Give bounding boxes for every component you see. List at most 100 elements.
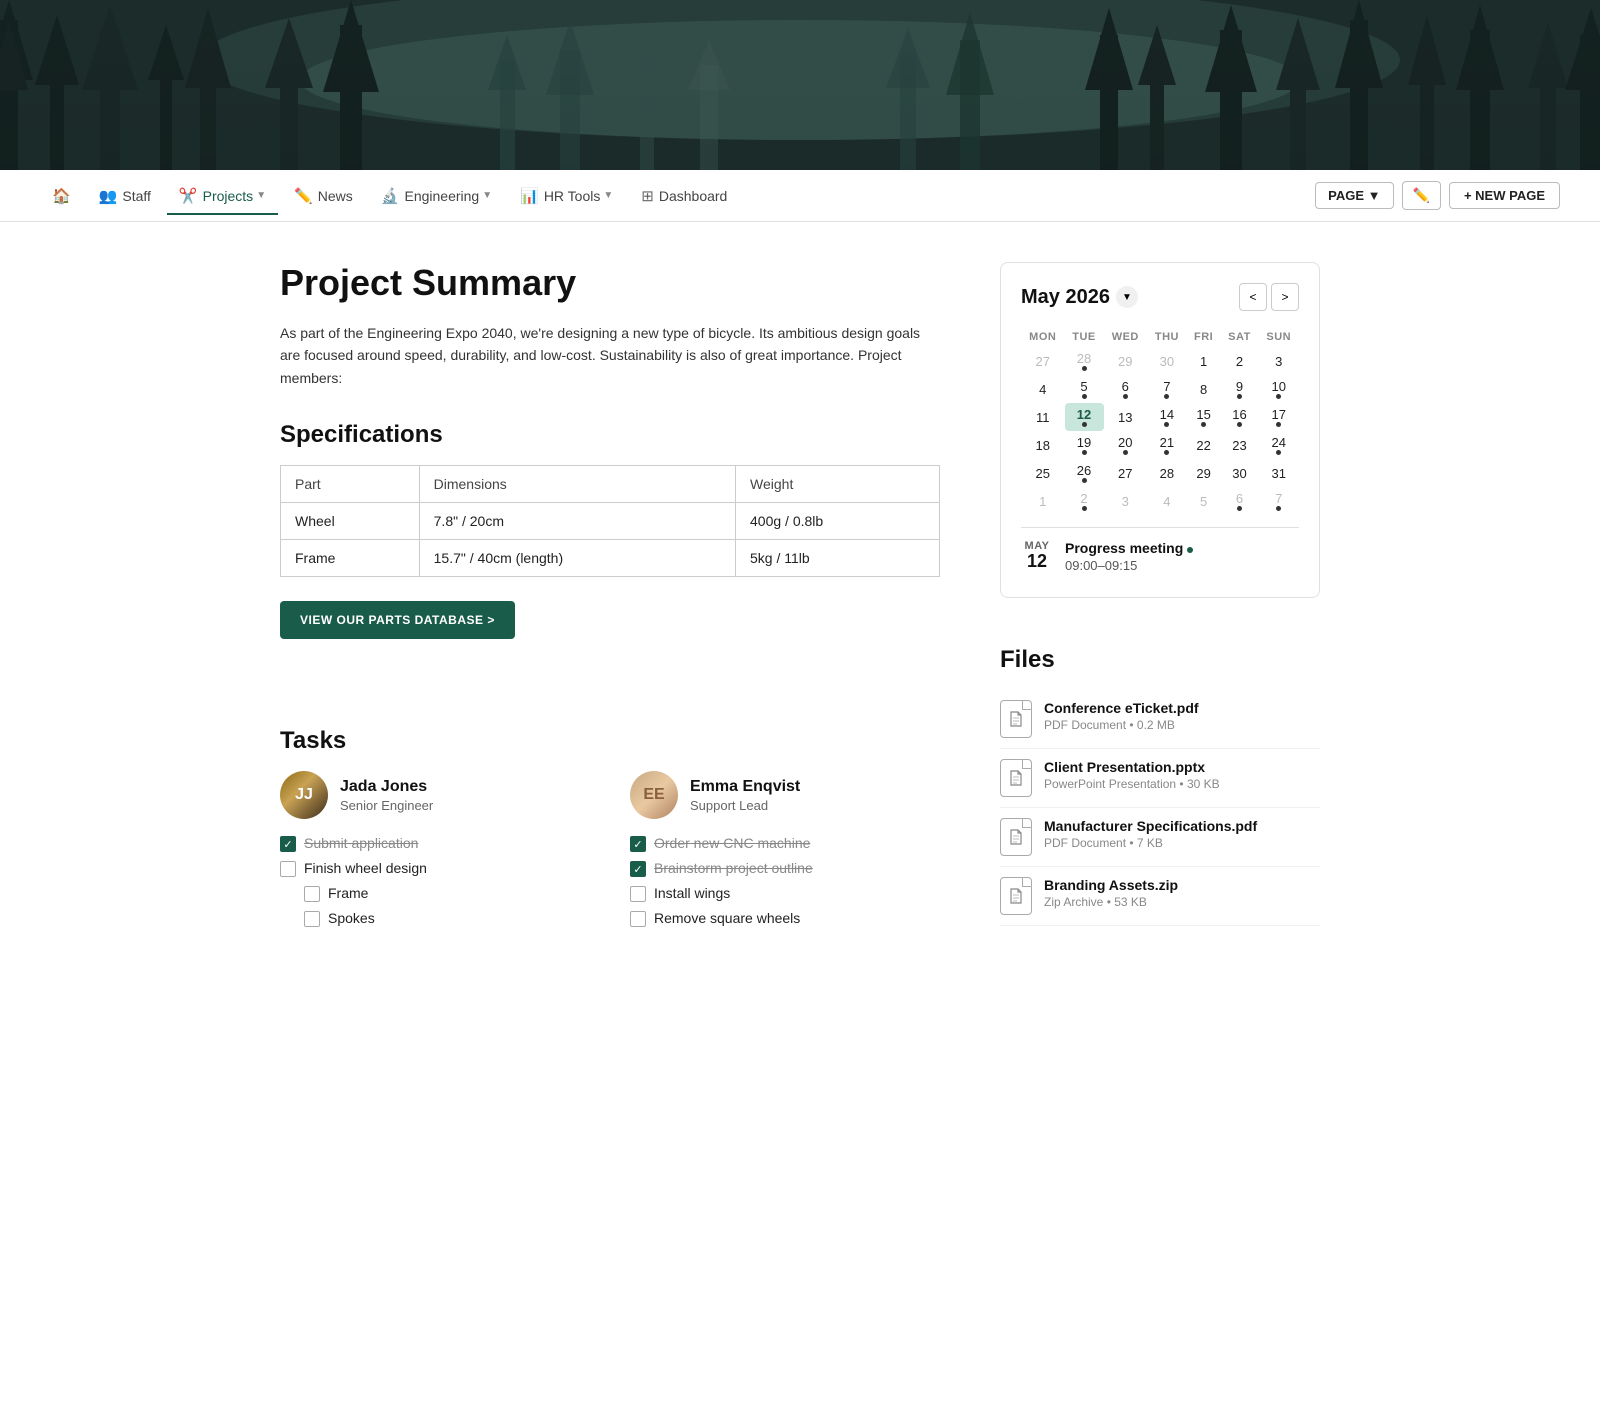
calendar-day[interactable]: 30: [1147, 347, 1187, 375]
calendar-day[interactable]: 8: [1187, 375, 1221, 403]
calendar-day[interactable]: 24: [1258, 431, 1299, 459]
calendar-day[interactable]: 25: [1021, 459, 1065, 487]
calendar-day[interactable]: 21: [1147, 431, 1187, 459]
calendar-day[interactable]: 29: [1187, 459, 1221, 487]
nav-hrtools[interactable]: 📊 HR Tools ▼: [508, 179, 625, 215]
calendar-day[interactable]: 3: [1258, 347, 1299, 375]
file-icon: [1000, 877, 1032, 915]
calendar-day[interactable]: 18: [1021, 431, 1065, 459]
calendar-day[interactable]: 22: [1187, 431, 1221, 459]
calendar-day[interactable]: 28: [1065, 347, 1104, 375]
calendar-day[interactable]: 5: [1065, 375, 1104, 403]
nav-home[interactable]: 🏠: [40, 179, 83, 215]
task-checkbox-checked[interactable]: ✓: [630, 861, 646, 877]
task-checkbox-unchecked[interactable]: [304, 886, 320, 902]
calendar-day[interactable]: 6: [1220, 487, 1258, 515]
file-info: Branding Assets.zip Zip Archive • 53 KB: [1044, 877, 1178, 909]
new-page-button[interactable]: + NEW PAGE: [1449, 182, 1560, 209]
person-info-jada: Jada Jones Senior Engineer: [340, 778, 433, 813]
task-item-sub: Frame: [280, 885, 590, 902]
files-title: Files: [1000, 646, 1320, 674]
calendar-day[interactable]: 26: [1065, 459, 1104, 487]
calendar-day[interactable]: 16: [1220, 403, 1258, 431]
calendar-day[interactable]: 28: [1147, 459, 1187, 487]
task-checkbox-unchecked[interactable]: [630, 886, 646, 902]
calendar-day[interactable]: 1: [1187, 347, 1221, 375]
calendar-day[interactable]: 4: [1021, 375, 1065, 403]
specs-table: Part Dimensions Weight Wheel 7.8" / 20cm…: [280, 465, 940, 577]
calendar-day[interactable]: 7: [1147, 375, 1187, 403]
projects-icon: ✂️: [179, 187, 198, 205]
file-info: Manufacturer Specifications.pdf PDF Docu…: [1044, 818, 1257, 850]
task-checkbox-unchecked[interactable]: [630, 911, 646, 927]
task-item-sub: Spokes: [280, 910, 590, 927]
calendar-day[interactable]: 29: [1104, 347, 1148, 375]
calendar-day[interactable]: 27: [1104, 459, 1148, 487]
file-item[interactable]: Client Presentation.pptx PowerPoint Pres…: [1000, 749, 1320, 808]
file-icon: [1000, 759, 1032, 797]
calendar-day[interactable]: 31: [1258, 459, 1299, 487]
view-parts-database-button[interactable]: VIEW OUR PARTS DATABASE >: [280, 601, 515, 639]
calendar-day[interactable]: 19: [1065, 431, 1104, 459]
calendar-day[interactable]: 1: [1021, 487, 1065, 515]
cell-part-0: Wheel: [281, 503, 420, 540]
calendar-day[interactable]: 9: [1220, 375, 1258, 403]
task-person-emma: EE Emma Enqvist Support Lead ✓ Order new…: [630, 771, 940, 935]
task-checkbox-checked[interactable]: ✓: [280, 836, 296, 852]
calendar-day[interactable]: 14: [1147, 403, 1187, 431]
nav-projects[interactable]: ✂️ Projects ▼: [167, 179, 278, 215]
calendar-dropdown-button[interactable]: ▼: [1116, 286, 1138, 308]
file-name: Manufacturer Specifications.pdf: [1044, 818, 1257, 834]
calendar-day[interactable]: 7: [1258, 487, 1299, 515]
calendar-day[interactable]: 13: [1104, 403, 1148, 431]
page-title: Project Summary: [280, 262, 940, 304]
calendar-day[interactable]: 2: [1220, 347, 1258, 375]
calendar-day[interactable]: 10: [1258, 375, 1299, 403]
edit-button[interactable]: ✏️: [1402, 181, 1441, 210]
cell-dim-1: 15.7" / 40cm (length): [419, 540, 735, 577]
task-checkbox-checked[interactable]: ✓: [630, 836, 646, 852]
task-label: Install wings: [654, 885, 730, 901]
calendar-day[interactable]: 4: [1147, 487, 1187, 515]
calendar-day[interactable]: 30: [1220, 459, 1258, 487]
person-name-jada: Jada Jones: [340, 778, 433, 796]
calendar-day[interactable]: 3: [1104, 487, 1148, 515]
calendar-day[interactable]: 6: [1104, 375, 1148, 403]
calendar-prev-button[interactable]: <: [1239, 283, 1267, 311]
file-name: Branding Assets.zip: [1044, 877, 1178, 893]
task-item: Finish wheel design: [280, 860, 590, 877]
calendar-day[interactable]: 12: [1065, 403, 1104, 431]
nav-news[interactable]: ✏️ News: [282, 179, 365, 215]
calendar-day[interactable]: 2: [1065, 487, 1104, 515]
nav-right-controls: PAGE ▼ ✏️ + NEW PAGE: [1315, 181, 1560, 210]
person-header-emma: EE Emma Enqvist Support Lead: [630, 771, 940, 819]
cal-header-wed: WED: [1104, 327, 1148, 347]
task-item: Remove square wheels: [630, 910, 940, 927]
file-icon: [1000, 818, 1032, 856]
nav-dashboard[interactable]: ⊞ Dashboard: [629, 179, 739, 215]
task-checkbox-unchecked[interactable]: [304, 911, 320, 927]
event-title: Progress meeting: [1065, 540, 1193, 556]
file-item[interactable]: Conference eTicket.pdf PDF Document • 0.…: [1000, 690, 1320, 749]
calendar-day[interactable]: 20: [1104, 431, 1148, 459]
right-column: May 2026 ▼ < > MON TUE WED THU FRI SA: [1000, 262, 1320, 935]
calendar-day[interactable]: 15: [1187, 403, 1221, 431]
file-item[interactable]: Manufacturer Specifications.pdf PDF Docu…: [1000, 808, 1320, 867]
file-name: Conference eTicket.pdf: [1044, 700, 1199, 716]
engineering-icon: 🔬: [381, 187, 400, 205]
calendar-day[interactable]: 17: [1258, 403, 1299, 431]
calendar-day[interactable]: 11: [1021, 403, 1065, 431]
dashboard-icon: ⊞: [641, 187, 654, 205]
task-item: ✓ Order new CNC machine: [630, 835, 940, 852]
files-section: Files Conference eTicket.pdf PDF Documen…: [1000, 646, 1320, 926]
page-button[interactable]: PAGE ▼: [1315, 182, 1393, 209]
task-checkbox-unchecked[interactable]: [280, 861, 296, 877]
file-item[interactable]: Branding Assets.zip Zip Archive • 53 KB: [1000, 867, 1320, 926]
calendar-day[interactable]: 27: [1021, 347, 1065, 375]
calendar-next-button[interactable]: >: [1271, 283, 1299, 311]
calendar-day[interactable]: 23: [1220, 431, 1258, 459]
task-person-jada: JJ Jada Jones Senior Engineer ✓ Submit a…: [280, 771, 590, 935]
nav-engineering[interactable]: 🔬 Engineering ▼: [369, 179, 504, 215]
nav-staff[interactable]: 👥 Staff: [87, 179, 163, 215]
calendar-day[interactable]: 5: [1187, 487, 1221, 515]
